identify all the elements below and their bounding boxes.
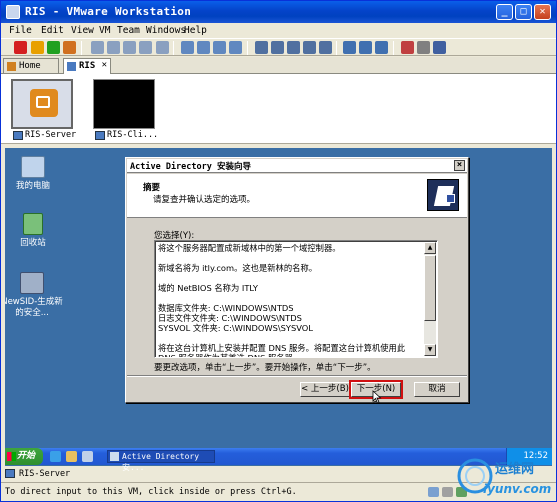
- thumbnail-ris-server[interactable]: [11, 79, 73, 129]
- cancel-button[interactable]: 取消: [414, 382, 460, 397]
- wizard-task-icon: [110, 452, 119, 461]
- vmware-app-icon: [6, 5, 20, 19]
- menu-view[interactable]: View: [71, 25, 94, 36]
- appliance-icon[interactable]: [213, 41, 226, 54]
- thumbnail-label-ris-server[interactable]: RIS-Server: [13, 130, 76, 140]
- menu-vm[interactable]: VM: [99, 25, 110, 36]
- cd-rom-icon[interactable]: [442, 487, 453, 497]
- watermark-url: iyunv.com: [483, 482, 552, 496]
- maximize-button[interactable]: □: [515, 4, 532, 20]
- vmware-window: RIS - VMware Workstation _ □ ✕ File Edit…: [0, 0, 557, 502]
- revert-snapshot-icon[interactable]: [107, 41, 120, 54]
- reset-icon[interactable]: [63, 41, 76, 54]
- watermark-brand: 运维网: [495, 462, 535, 477]
- tab-ris-label: RIS: [79, 61, 96, 71]
- menu-windows[interactable]: Windows: [146, 25, 186, 36]
- close-button[interactable]: ✕: [534, 4, 551, 20]
- ie-icon[interactable]: [50, 451, 61, 462]
- tabs-icon[interactable]: [303, 41, 316, 54]
- minimize-button[interactable]: _: [496, 4, 513, 20]
- replay-icon[interactable]: [433, 41, 446, 54]
- status-text: To direct input to this VM, click inside…: [5, 487, 297, 497]
- power-off-icon[interactable]: [14, 41, 27, 54]
- hard-disk-icon[interactable]: [428, 487, 439, 497]
- tab-home-label: Home: [19, 61, 41, 71]
- scroll-up-icon[interactable]: ▲: [424, 242, 436, 254]
- vmware-logo-icon: [30, 89, 58, 117]
- menu-file[interactable]: File: [9, 25, 32, 36]
- header-subtitle: 请复查并确认选定的选项。: [153, 195, 256, 205]
- menu-help[interactable]: Help: [184, 25, 207, 36]
- summary-icon[interactable]: [197, 41, 210, 54]
- settings-icon[interactable]: [229, 41, 242, 54]
- summary-text: 将这个服务器配置成新域林中的第一个域控制器。 新域名将为 itly.com。这也…: [158, 243, 406, 358]
- vm-icon: [13, 131, 23, 140]
- stop-record-icon[interactable]: [417, 41, 430, 54]
- desktop-icon-recycle-bin[interactable]: 回收站: [5, 213, 65, 249]
- ad-install-wizard-dialog: Active Directory 安装向导 × 摘要 请复查并确认选定的选项。 …: [125, 157, 469, 406]
- tab-ris[interactable]: RIS ✕: [63, 58, 111, 74]
- folder-icon[interactable]: [66, 451, 77, 462]
- fit-guest-icon[interactable]: [359, 41, 372, 54]
- dialog-title: Active Directory 安装向导: [130, 162, 251, 172]
- computer-icon: [21, 156, 45, 178]
- home-icon: [7, 62, 16, 71]
- fit-window-icon[interactable]: [375, 41, 388, 54]
- summary-scrollbar[interactable]: ▲ ▼: [424, 242, 436, 356]
- window-title: RIS - VMware Workstation: [25, 5, 192, 18]
- team-icon[interactable]: [156, 41, 169, 54]
- scroll-thumb[interactable]: [424, 255, 436, 321]
- guest-desktop[interactable]: 我的电脑 回收站 NewSID-生成新的安全... Active Directo…: [5, 148, 552, 466]
- scroll-down-icon[interactable]: ▼: [424, 344, 436, 356]
- toolbar: [1, 38, 556, 56]
- vm-icon: [95, 131, 105, 140]
- quick-switch-icon[interactable]: [271, 41, 284, 54]
- title-bar[interactable]: RIS - VMware Workstation _ □ ✕: [1, 1, 556, 23]
- taskbar-item-ad-wizard[interactable]: Active Directory 安...: [107, 450, 215, 472]
- dialog-title-bar[interactable]: Active Directory 安装向导 ×: [127, 159, 467, 173]
- instruction-text: 要更改选项，单击“上一步”。要开始操作，单击“下一步”。: [154, 363, 376, 373]
- snapshot-manager-icon[interactable]: [123, 41, 136, 54]
- record-icon[interactable]: [401, 41, 414, 54]
- console-icon[interactable]: [181, 41, 194, 54]
- summary-textbox[interactable]: 将这个服务器配置成新域林中的第一个域控制器。 新域名将为 itly.com。这也…: [154, 240, 438, 358]
- suspend-icon[interactable]: [31, 41, 44, 54]
- thumbnail-bar-icon[interactable]: [287, 41, 300, 54]
- wizard-icon: [427, 179, 459, 211]
- menu-bar: File Edit View VM Team Windows Help: [1, 23, 556, 38]
- recycle-bin-icon: [23, 213, 43, 235]
- menu-edit[interactable]: Edit: [41, 25, 64, 36]
- vm-icon: [67, 62, 76, 71]
- dialog-header: 摘要 请复查并确认选定的选项。: [127, 174, 467, 218]
- tab-home[interactable]: Home: [3, 58, 59, 74]
- dialog-divider: [127, 375, 467, 377]
- header-title: 摘要: [143, 183, 161, 193]
- back-button[interactable]: < 上一步(B): [300, 382, 350, 397]
- mouse-cursor-icon: [372, 390, 382, 404]
- snapshot-icon[interactable]: [91, 41, 104, 54]
- fullscreen-icon[interactable]: [319, 41, 332, 54]
- windows-flag-icon: [7, 452, 16, 461]
- clone-icon[interactable]: [139, 41, 152, 54]
- start-button[interactable]: 开始: [5, 448, 43, 465]
- dialog-close-button[interactable]: ×: [454, 160, 465, 171]
- tab-bar: Home RIS ✕: [1, 57, 556, 74]
- menu-team[interactable]: Team: [117, 25, 140, 36]
- unity-icon[interactable]: [343, 41, 356, 54]
- power-on-icon[interactable]: [47, 41, 60, 54]
- thumbnail-ris-client[interactable]: [93, 79, 155, 129]
- thumbnail-label-ris-client[interactable]: RIS-Cli...: [95, 130, 158, 140]
- vm-icon: [5, 469, 15, 478]
- newsid-icon: [20, 272, 44, 294]
- tab-close-icon[interactable]: ✕: [102, 60, 107, 70]
- watermark: 运维网 iyunv.com: [453, 454, 557, 502]
- sidebar-icon[interactable]: [255, 41, 268, 54]
- desktop-icon-newsid[interactable]: NewSID-生成新的安全...: [5, 272, 63, 319]
- desktop-icon-my-computer[interactable]: 我的电脑: [5, 156, 65, 192]
- show-desktop-icon[interactable]: [82, 451, 93, 462]
- thumbnail-bar: RIS-Server RIS-Cli...: [1, 74, 556, 144]
